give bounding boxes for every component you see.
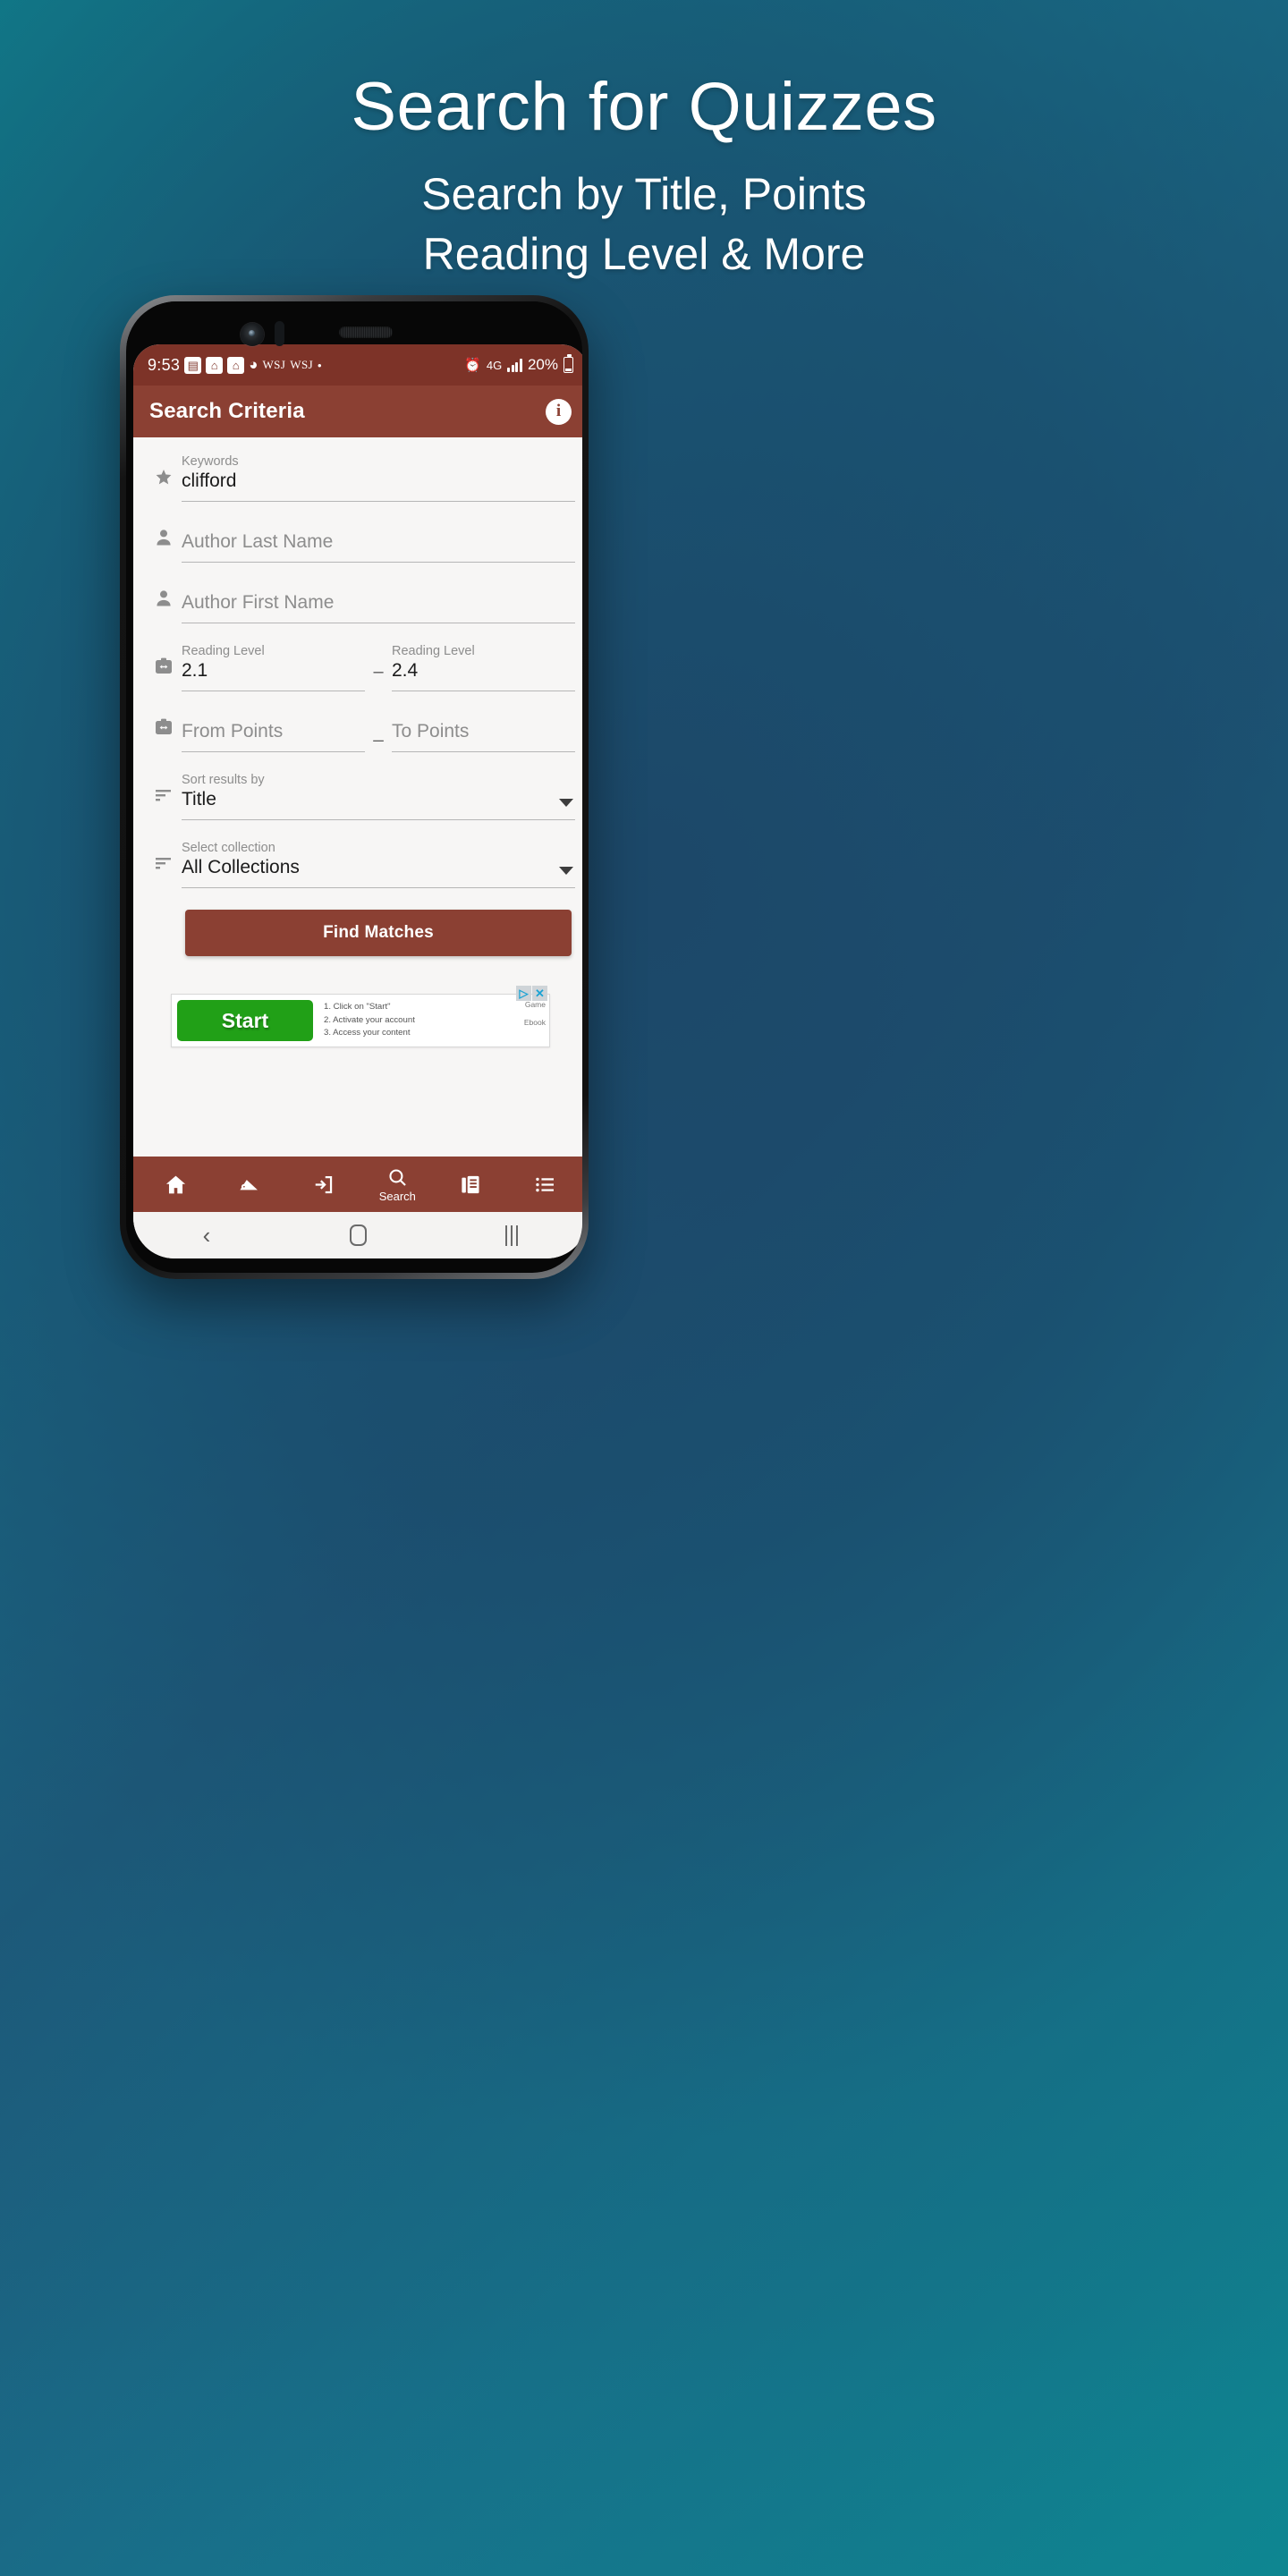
sort-icon bbox=[146, 852, 182, 888]
sort-label: Sort results by bbox=[182, 773, 265, 787]
reading-level-from-input[interactable]: 2.1 bbox=[182, 660, 365, 691]
nav-item-books[interactable] bbox=[447, 1173, 496, 1197]
ad-side-label-game: Game bbox=[524, 1000, 546, 1009]
ad-start-button[interactable]: Start bbox=[177, 1000, 313, 1041]
find-matches-button[interactable]: Find Matches bbox=[185, 910, 572, 956]
nav-item-search-label: Search bbox=[378, 1190, 416, 1203]
collection-label: Select collection bbox=[182, 841, 275, 855]
android-navigation-bar: ‹ bbox=[133, 1212, 582, 1258]
author-first-name-input[interactable]: Author First Name bbox=[182, 592, 575, 623]
range-icon bbox=[146, 656, 182, 691]
search-form: Keywords clifford Author Last Name Autho… bbox=[133, 437, 582, 1157]
bottom-navigation: Search bbox=[133, 1157, 582, 1212]
page-subtitle: Search by Title, Points Reading Level & … bbox=[0, 141, 1288, 284]
reading-level-from-label: Reading Level bbox=[182, 644, 265, 658]
points-range-separator: _ bbox=[373, 723, 384, 742]
battery-percent-label: 20% bbox=[527, 356, 558, 373]
reading-level-to-label: Reading Level bbox=[392, 644, 475, 658]
field-author-last-name[interactable]: Author Last Name bbox=[133, 502, 582, 563]
nav-item-login[interactable] bbox=[300, 1173, 348, 1197]
chevron-down-icon[interactable] bbox=[559, 799, 573, 807]
points-to-input[interactable]: To Points bbox=[392, 721, 575, 751]
apple-icon: ◕ bbox=[249, 356, 258, 373]
collection-select-value[interactable]: All Collections bbox=[182, 857, 575, 887]
field-select-collection[interactable]: Select collection All Collections bbox=[133, 820, 582, 888]
app-bar-title: Search Criteria bbox=[149, 399, 305, 423]
field-reading-level-range[interactable]: Reading Level 2.1 – Reading Level 2.4 bbox=[133, 623, 582, 691]
ad-step-2: 2. Activate your account bbox=[324, 1014, 415, 1025]
nav-item-home[interactable] bbox=[151, 1173, 199, 1197]
keywords-label: Keywords bbox=[182, 454, 239, 469]
status-bar: 9:53 ▤ ⌂ ⌂ ◕ WSJ WSJ • ⏰ 4G 20% bbox=[133, 344, 582, 386]
author-last-name-input[interactable]: Author Last Name bbox=[182, 531, 575, 562]
earpiece-speaker-icon bbox=[339, 326, 393, 338]
person-icon bbox=[146, 588, 182, 623]
sort-select-value[interactable]: Title bbox=[182, 789, 575, 819]
ad-step-3: 3. Access your content bbox=[324, 1028, 411, 1038]
ad-banner[interactable]: ▷ ✕ Start 1. Click on "Start" 2. Activat… bbox=[133, 956, 582, 1047]
android-back-button[interactable]: ‹ bbox=[203, 1224, 211, 1247]
wsj-icon: WSJ bbox=[290, 358, 314, 371]
nav-item-scanner[interactable] bbox=[225, 1173, 274, 1197]
info-icon[interactable]: i bbox=[546, 398, 572, 425]
android-home-button[interactable] bbox=[349, 1224, 367, 1246]
nav-item-search[interactable]: Search bbox=[373, 1166, 421, 1202]
page-title: Search for Quizzes bbox=[351, 69, 937, 145]
sort-icon bbox=[146, 784, 182, 820]
chevron-down-icon[interactable] bbox=[559, 867, 573, 875]
battery-icon bbox=[564, 354, 573, 373]
range-separator: – bbox=[373, 662, 384, 682]
ad-side-labels: Game Ebook bbox=[524, 996, 546, 1032]
subtitle-line-2: Reading Level & More bbox=[422, 229, 866, 279]
field-points-range[interactable]: From Points _ To Points bbox=[133, 691, 582, 752]
field-author-first-name[interactable]: Author First Name bbox=[133, 563, 582, 623]
phone-screen: 9:53 ▤ ⌂ ⌂ ◕ WSJ WSJ • ⏰ 4G 20% Search C… bbox=[133, 344, 582, 1258]
front-camera-icon bbox=[241, 323, 264, 346]
status-clock: 9:53 bbox=[148, 355, 181, 374]
wsj-icon: WSJ bbox=[262, 358, 286, 371]
keywords-input[interactable]: clifford bbox=[182, 470, 575, 501]
star-icon bbox=[146, 466, 182, 502]
ad-steps: 1. Click on "Start" 2. Activate your acc… bbox=[313, 1001, 544, 1040]
nav-item-list[interactable] bbox=[521, 1173, 570, 1197]
hero-text: Search for Quizzes Search by Title, Poin… bbox=[0, 0, 1288, 284]
ad-step-1: 1. Click on "Start" bbox=[324, 1002, 391, 1013]
phone-bezel-top bbox=[126, 301, 582, 346]
points-from-input[interactable]: From Points bbox=[182, 721, 365, 751]
home-icon: ⌂ bbox=[206, 356, 224, 374]
alarm-icon: ⏰ bbox=[464, 358, 481, 373]
news-icon: ▤ bbox=[184, 356, 202, 374]
phone-mockup: 9:53 ▤ ⌂ ⌂ ◕ WSJ WSJ • ⏰ 4G 20% Search C… bbox=[120, 295, 589, 1279]
ad-side-label-ebook: Ebook bbox=[523, 1017, 546, 1027]
app-bar: Search Criteria i bbox=[133, 386, 582, 437]
reading-level-to-input[interactable]: 2.4 bbox=[392, 660, 575, 691]
field-keywords[interactable]: Keywords clifford bbox=[133, 443, 582, 502]
home-icon: ⌂ bbox=[227, 356, 245, 374]
proximity-sensor-icon bbox=[275, 321, 284, 346]
subtitle-line-1: Search by Title, Points bbox=[421, 169, 867, 219]
signal-strength-icon bbox=[507, 358, 522, 372]
field-sort-results[interactable]: Sort results by Title bbox=[133, 752, 582, 820]
person-icon bbox=[146, 527, 182, 563]
range-icon bbox=[146, 716, 182, 752]
network-type-label: 4G bbox=[486, 358, 503, 372]
more-notifications-icon: • bbox=[318, 358, 322, 372]
android-recents-button[interactable] bbox=[504, 1224, 519, 1246]
